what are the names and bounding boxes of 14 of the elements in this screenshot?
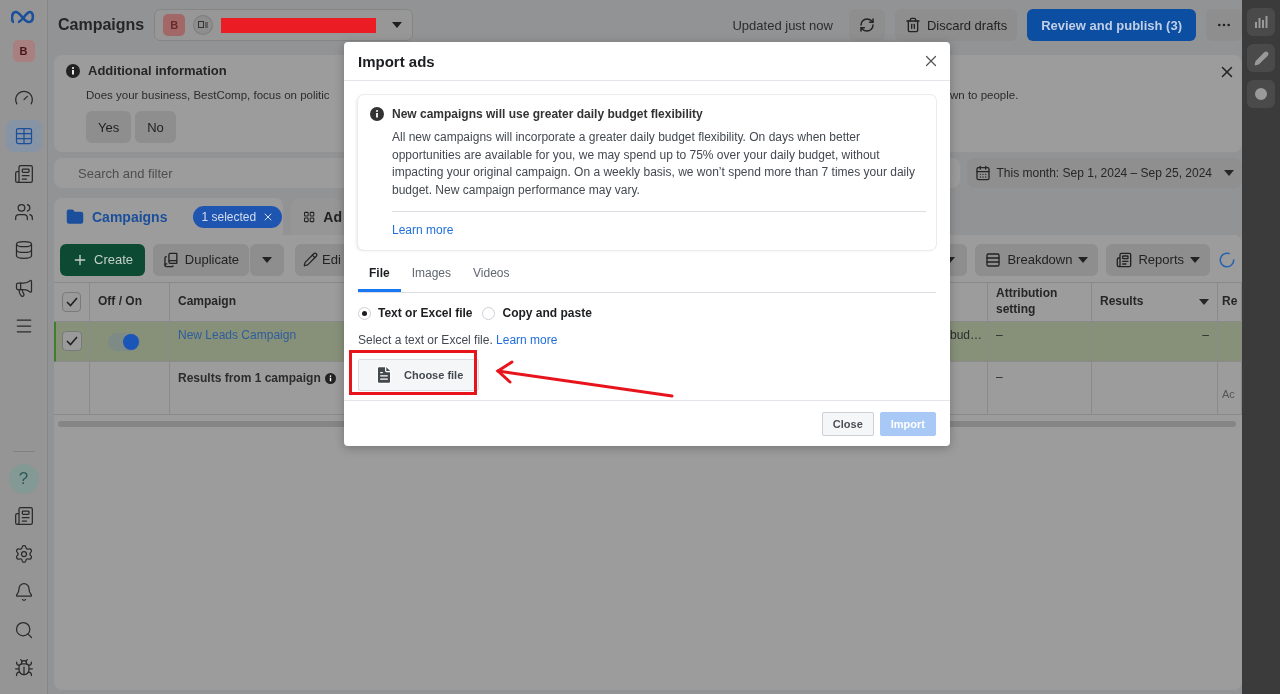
- update-status: Updated just now: [732, 17, 833, 33]
- notice-text: wn to people.: [950, 89, 1020, 101]
- hint-text: Select a text or Excel file. Learn more: [358, 333, 559, 347]
- table-cell: –: [988, 362, 1092, 415]
- notice-text: Does your business, BestComp, focus on politic: [86, 89, 331, 101]
- info-title: New campaigns will use greater daily budget flexibility: [392, 107, 703, 121]
- table-cell: –: [1092, 322, 1218, 362]
- dialog-title: Import ads: [358, 52, 435, 70]
- page-title: Campaigns: [58, 16, 145, 34]
- notice-title: Additional information: [88, 63, 227, 78]
- account-avatar: B: [163, 14, 186, 36]
- summary-label: Results from 1 campaign: [178, 371, 321, 385]
- info-text: All new campaigns will incorporate a greater daily budget flexibility. On days when better opportunities are available for you, we may spend up to 75% over your daily budget, without impacting your original campaign. On a weekly basis, we won’t spend more than 7 times your daily budget. New campaign performance may vary.: [392, 129, 916, 199]
- table-cell: –: [988, 322, 1092, 362]
